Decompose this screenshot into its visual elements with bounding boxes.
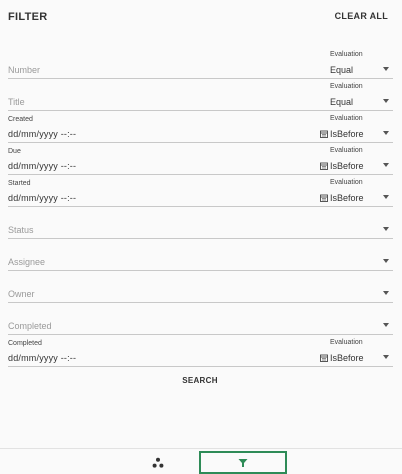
- title-evaluation-select[interactable]: Equal: [330, 97, 353, 107]
- nav-item-filter[interactable]: [199, 451, 287, 474]
- filter-icon: [238, 459, 248, 467]
- divider: [8, 110, 393, 111]
- chevron-down-icon[interactable]: [383, 163, 389, 167]
- number-filter-row: Number Evaluation Equal: [8, 51, 393, 79]
- due-date-input[interactable]: dd/mm/yyyy --:--: [8, 161, 76, 171]
- chevron-down-icon[interactable]: [383, 291, 389, 295]
- divider: [8, 206, 393, 207]
- chevron-down-icon[interactable]: [383, 259, 389, 263]
- completed-date-label: Completed: [8, 340, 42, 347]
- status-filter-row[interactable]: Status: [8, 211, 393, 239]
- nav-item-overview[interactable]: [140, 451, 176, 474]
- due-filter-row: Due dd/mm/yyyy --:-- Evaluation IsBefore: [8, 147, 393, 175]
- title-input[interactable]: Title: [8, 97, 25, 107]
- chevron-down-icon[interactable]: [383, 99, 389, 103]
- completed-select[interactable]: Completed: [8, 321, 52, 331]
- started-filter-row: Started dd/mm/yyyy --:-- Evaluation IsBe…: [8, 179, 393, 207]
- completed-evaluation-select[interactable]: IsBefore: [330, 353, 364, 363]
- chevron-down-icon[interactable]: [383, 323, 389, 327]
- completed-filter-row[interactable]: Completed: [8, 307, 393, 335]
- created-evaluation-select[interactable]: IsBefore: [330, 129, 364, 139]
- search-button[interactable]: SEARCH: [170, 376, 230, 385]
- started-evaluation-select[interactable]: IsBefore: [330, 193, 364, 203]
- created-date-input[interactable]: dd/mm/yyyy --:--: [8, 129, 76, 139]
- assignee-select[interactable]: Assignee: [8, 257, 45, 267]
- calendar-icon[interactable]: [320, 162, 328, 170]
- calendar-icon[interactable]: [320, 354, 328, 362]
- divider: [8, 334, 393, 335]
- divider: [8, 270, 393, 271]
- due-label: Due: [8, 148, 21, 155]
- evaluation-label: Evaluation: [330, 51, 363, 58]
- clear-all-button[interactable]: CLEAR ALL: [335, 11, 388, 21]
- page-title: FILTER: [8, 11, 48, 23]
- started-label: Started: [8, 180, 31, 187]
- chevron-down-icon[interactable]: [383, 195, 389, 199]
- evaluation-label: Evaluation: [330, 339, 363, 346]
- evaluation-label: Evaluation: [330, 179, 363, 186]
- status-select[interactable]: Status: [8, 225, 34, 235]
- owner-filter-row[interactable]: Owner: [8, 275, 393, 303]
- evaluation-label: Evaluation: [330, 83, 363, 90]
- number-input[interactable]: Number: [8, 65, 40, 75]
- owner-select[interactable]: Owner: [8, 289, 35, 299]
- divider: [8, 142, 393, 143]
- calendar-icon[interactable]: [320, 130, 328, 138]
- divider: [8, 78, 393, 79]
- chevron-down-icon[interactable]: [383, 227, 389, 231]
- evaluation-label: Evaluation: [330, 115, 363, 122]
- completed-date-filter-row: Completed dd/mm/yyyy --:-- Evaluation Is…: [8, 339, 393, 367]
- chevron-down-icon[interactable]: [383, 131, 389, 135]
- title-filter-row: Title Evaluation Equal: [8, 83, 393, 111]
- created-label: Created: [8, 116, 33, 123]
- divider: [8, 238, 393, 239]
- created-filter-row: Created dd/mm/yyyy --:-- Evaluation IsBe…: [8, 115, 393, 143]
- chevron-down-icon[interactable]: [383, 355, 389, 359]
- due-evaluation-select[interactable]: IsBefore: [330, 161, 364, 171]
- chevron-down-icon[interactable]: [383, 67, 389, 71]
- bottom-navigation: [0, 448, 402, 474]
- assignee-filter-row[interactable]: Assignee: [8, 243, 393, 271]
- evaluation-label: Evaluation: [330, 147, 363, 154]
- started-date-input[interactable]: dd/mm/yyyy --:--: [8, 193, 76, 203]
- three-dots-icon: [152, 457, 164, 468]
- completed-date-input[interactable]: dd/mm/yyyy --:--: [8, 353, 76, 363]
- divider: [8, 302, 393, 303]
- divider: [8, 366, 393, 367]
- divider: [8, 174, 393, 175]
- calendar-icon[interactable]: [320, 194, 328, 202]
- number-evaluation-select[interactable]: Equal: [330, 65, 353, 75]
